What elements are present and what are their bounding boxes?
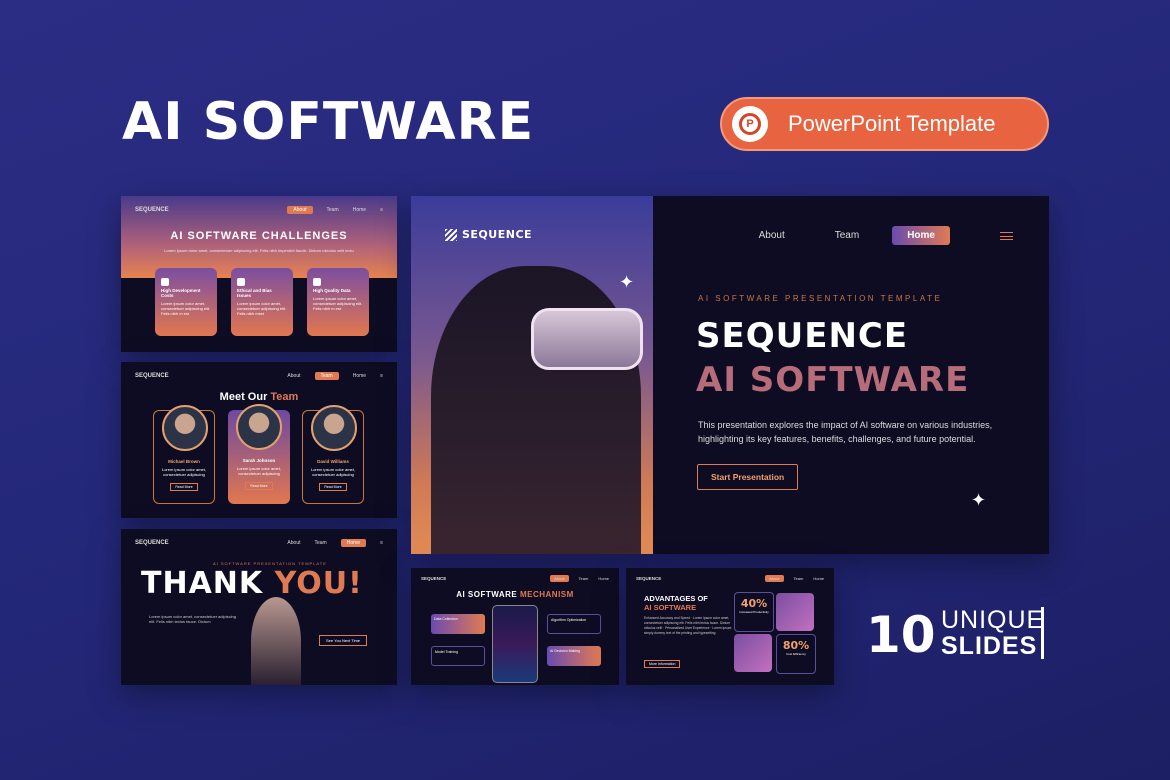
nav-team: Team [314,540,327,546]
nav-home: Home [352,373,367,379]
slide-thumbnail-advantages[interactable]: SEQUENCE About Team Home ADVANTAGES OF AI… [626,568,834,685]
thank-you-heading: THANK YOU! [141,566,363,601]
phone-image [492,605,538,683]
nav-about: About [287,373,301,379]
nav-team: Team [793,576,804,581]
slide-nav: SEQUENCE About Team Home [421,575,609,582]
slides-label: SLIDES [941,632,1038,660]
nav-home: Home [352,207,367,213]
slide-logo: SEQUENCE [636,576,662,581]
main-nav: About Team Home [709,226,1013,245]
see-you-button: See You Next Time [319,635,368,646]
featured-slide[interactable]: SEQUENCE About Team Home ✦ ✦ AI SOFTWARE… [411,196,1049,554]
mechanism-box: AI Decision Making [547,646,601,666]
slide-nav: SEQUENCE About Team Home ≡ [135,539,383,547]
challenge-card: Ethical and Bias Issues Lorem ipsum color… [231,268,293,336]
slide-thumbnail-team[interactable]: SEQUENCE About Team Home ≡ Meet Our Team… [121,362,397,518]
nav-home: Home [813,576,824,581]
page-title: AI SOFTWARE [122,92,535,152]
vr-image [734,634,772,672]
slide-nav: SEQUENCE About Team Home [636,575,824,582]
slide-title: AI SOFTWARE CHALLENGES [170,230,348,242]
slide-body: Lorem ipsum color amet, consectetuer adi… [149,614,236,624]
powerpoint-icon: P [732,106,768,142]
slide-thumbnail-challenges[interactable]: SEQUENCE About Team Home ≡ AI SOFTWARE C… [121,196,397,352]
menu-icon: ≡ [380,207,383,213]
stat-card: 40% Increased Productivity [734,592,774,632]
powerpoint-badge: P PowerPoint Template [720,97,1049,151]
slide-logo: SEQUENCE [135,540,169,546]
divider [1041,607,1044,659]
nav-about: About [287,206,313,214]
team-member-card: Michael Brown Lorem ipsum color amet, con… [153,405,215,504]
lock-icon [237,278,245,286]
nav-team: Team [314,372,339,380]
nav-team[interactable]: Team [835,230,859,241]
main-logo: SEQUENCE [445,228,532,241]
more-info-button: More Information [644,660,681,668]
slide-nav: SEQUENCE About Team Home ≡ [135,206,383,214]
menu-icon: ≡ [380,373,383,379]
slide-title: Meet Our Team [219,391,299,403]
menu-icon: ≡ [380,540,383,546]
avatar [311,405,357,451]
headline-ai-software: AI SOFTWARE [696,360,970,400]
nav-about: About [287,540,301,546]
vr-person-image [251,597,301,685]
nav-about: About [550,575,569,582]
chart-icon [313,278,321,286]
nav-team: Team [326,207,339,213]
sparkle-icon: ✦ [971,490,987,510]
mechanism-box: Algorithm Optimization [547,614,601,634]
vr-headset [531,308,643,370]
kicker-text: AI SOFTWARE PRESENTATION TEMPLATE [698,294,943,303]
slide-title: AI SOFTWARE MECHANISM [456,590,574,599]
team-member-card: David Williams Lorem ipsum color amet, co… [302,405,364,504]
nav-home[interactable]: Home [892,226,950,245]
stat-card: 80% Cost Efficiency [776,634,816,674]
slide-subtitle: Lorem ipsum dolor amet, consectetuer adi… [164,248,354,253]
logo-icon [445,228,457,241]
headline-sequence: SEQUENCE [696,316,909,356]
slide-logo: SEQUENCE [135,207,169,213]
unique-label: UNIQUE [941,606,1045,634]
slide-nav: SEQUENCE About Team Home ≡ [135,372,383,380]
badge-label: PowerPoint Template [788,111,996,136]
nav-team: Team [578,576,589,581]
nav-home: Home [340,539,367,547]
avatar [236,404,282,450]
start-presentation-button[interactable]: Start Presentation [697,464,799,490]
slide-logo: SEQUENCE [421,576,447,581]
nav-home: Home [598,576,609,581]
slide-thumbnail-mechanism[interactable]: SEQUENCE About Team Home AI SOFTWARE MEC… [411,568,619,685]
nav-about[interactable]: About [759,230,785,241]
sparkle-icon: ✦ [619,272,635,292]
mechanism-box: Model Training [431,646,485,666]
team-member-card: Sarah Johnson Lorem ipsum color amet, con… [228,404,290,504]
advantages-list: Enhanced Accuracy and Speed · Lorem ipsu… [644,616,732,635]
nav-about: About [765,575,784,582]
slide-logo: SEQUENCE [135,373,169,379]
menu-icon[interactable] [1000,231,1013,240]
challenge-card: High Quality Data Lorem ipsum color amet,… [307,268,369,336]
description: This presentation explores the impact of… [698,420,993,444]
slide-count: 10 [866,606,936,664]
avatar [162,405,208,451]
vr-headset-photo [411,196,653,554]
cost-icon [161,278,169,286]
mechanism-box: Data Collection [431,614,485,634]
vr-image [776,593,814,631]
challenge-card: High Development Costs Lorem ipsum color … [155,268,217,336]
slide-title: ADVANTAGES OF AI SOFTWARE [644,594,708,612]
slide-thumbnail-thanks[interactable]: SEQUENCE About Team Home ≡ AI SOFTWARE P… [121,529,397,685]
